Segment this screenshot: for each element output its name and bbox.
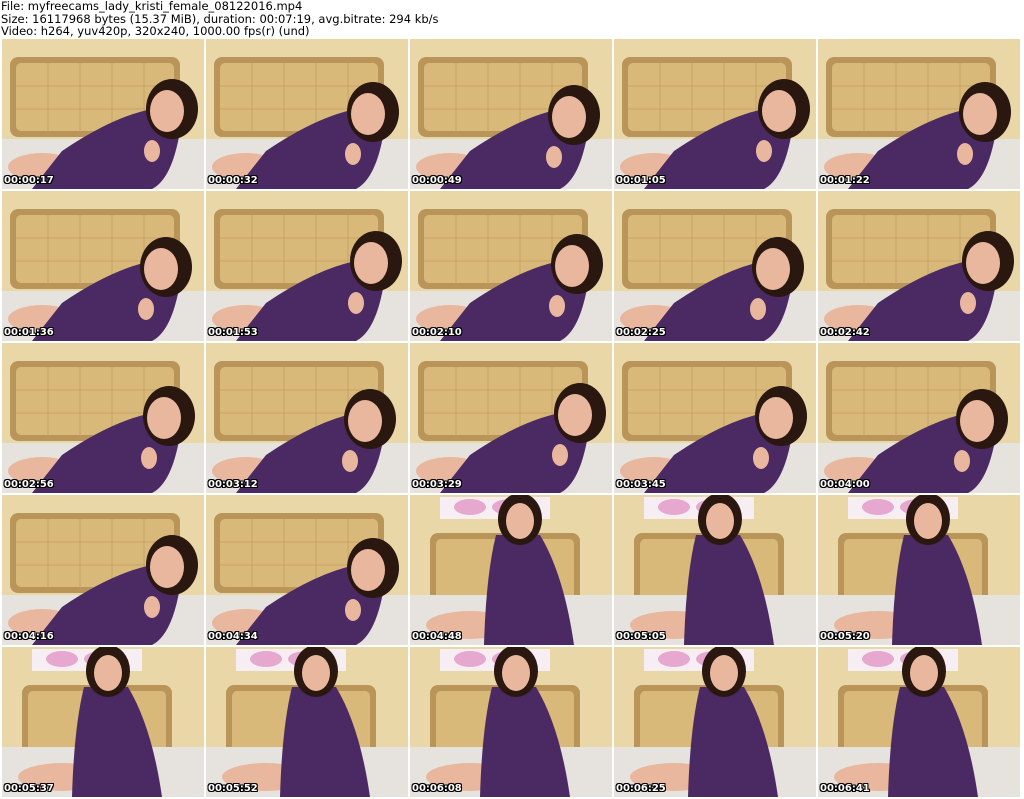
thumbnail-frame-image xyxy=(206,343,408,493)
video-thumbnail: 00:04:48 xyxy=(410,495,612,645)
video-thumbnail: 00:03:29 xyxy=(410,343,612,493)
video-thumbnail: 00:06:08 xyxy=(410,647,612,797)
thumbnail-timestamp: 00:02:25 xyxy=(616,327,666,338)
thumbnail-timestamp: 00:02:56 xyxy=(4,479,54,490)
video-thumbnail: 00:03:12 xyxy=(206,343,408,493)
thumbnail-frame-image xyxy=(614,39,816,189)
thumbnail-frame-image xyxy=(818,343,1020,493)
thumbnail-frame-image xyxy=(2,495,204,645)
thumbnail-frame-image xyxy=(2,343,204,493)
thumbnail-frame-image xyxy=(2,39,204,189)
thumbnail-frame-image xyxy=(410,495,612,645)
thumbnail-frame-image xyxy=(410,39,612,189)
thumbnail-frame-image xyxy=(206,495,408,645)
file-info-header: File: myfreecams_lady_kristi_female_0812… xyxy=(1,0,1021,38)
thumbnail-frame-image xyxy=(410,343,612,493)
video-thumbnail: 00:02:56 xyxy=(2,343,204,493)
thumbnail-frame-image xyxy=(614,647,816,797)
thumbnail-frame-image xyxy=(2,647,204,797)
thumbnail-frame-image xyxy=(818,495,1020,645)
video-thumbnail: 00:04:16 xyxy=(2,495,204,645)
thumbnail-frame-image xyxy=(614,495,816,645)
thumbnail-timestamp: 00:05:37 xyxy=(4,783,54,794)
video-thumbnail: 00:00:49 xyxy=(410,39,612,189)
video-thumbnail: 00:01:36 xyxy=(2,191,204,341)
thumbnail-grid: 00:00:17 00:00:32 00:00:49 00:01:05 00:0… xyxy=(2,39,1022,799)
thumbnail-timestamp: 00:04:48 xyxy=(412,631,462,642)
thumbnail-timestamp: 00:06:25 xyxy=(616,783,666,794)
thumbnail-timestamp: 00:02:10 xyxy=(412,327,462,338)
thumbnail-timestamp: 00:04:34 xyxy=(208,631,258,642)
thumbnail-timestamp: 00:01:05 xyxy=(616,175,666,186)
video-thumbnail: 00:01:05 xyxy=(614,39,816,189)
video-thumbnail: 00:00:17 xyxy=(2,39,204,189)
video-thumbnail: 00:01:22 xyxy=(818,39,1020,189)
video-thumbnail: 00:05:37 xyxy=(2,647,204,797)
thumbnail-timestamp: 00:04:00 xyxy=(820,479,870,490)
video-thumbnail: 00:03:45 xyxy=(614,343,816,493)
video-thumbnail: 00:02:10 xyxy=(410,191,612,341)
thumbnail-timestamp: 00:01:22 xyxy=(820,175,870,186)
thumbnail-timestamp: 00:04:16 xyxy=(4,631,54,642)
video-thumbnail: 00:05:05 xyxy=(614,495,816,645)
thumbnail-frame-image xyxy=(206,647,408,797)
thumbnail-frame-image xyxy=(818,191,1020,341)
thumbnail-timestamp: 00:05:52 xyxy=(208,783,258,794)
video-thumbnail: 00:02:42 xyxy=(818,191,1020,341)
thumbnail-frame-image xyxy=(818,647,1020,797)
video-thumbnail: 00:02:25 xyxy=(614,191,816,341)
thumbnail-frame-image xyxy=(206,191,408,341)
thumbnail-timestamp: 00:01:36 xyxy=(4,327,54,338)
thumbnail-frame-image xyxy=(818,39,1020,189)
thumbnail-timestamp: 00:03:12 xyxy=(208,479,258,490)
thumbnail-frame-image xyxy=(2,191,204,341)
thumbnail-frame-image xyxy=(410,647,612,797)
video-thumbnail: 00:05:20 xyxy=(818,495,1020,645)
video-thumbnail: 00:05:52 xyxy=(206,647,408,797)
thumbnail-timestamp: 00:06:41 xyxy=(820,783,870,794)
thumbnail-timestamp: 00:03:29 xyxy=(412,479,462,490)
thumbnail-timestamp: 00:01:53 xyxy=(208,327,258,338)
video-info-line: Video: h264, yuv420p, 320x240, 1000.00 f… xyxy=(1,24,310,38)
video-thumbnail: 00:06:41 xyxy=(818,647,1020,797)
video-thumbnail: 00:01:53 xyxy=(206,191,408,341)
thumbnail-timestamp: 00:00:17 xyxy=(4,175,54,186)
thumbnail-frame-image xyxy=(614,191,816,341)
thumbnail-frame-image xyxy=(410,191,612,341)
video-thumbnail: 00:00:32 xyxy=(206,39,408,189)
thumbnail-timestamp: 00:00:49 xyxy=(412,175,462,186)
thumbnail-timestamp: 00:05:05 xyxy=(616,631,666,642)
file-name-line: File: myfreecams_lady_kristi_female_0812… xyxy=(1,0,303,13)
thumbnail-timestamp: 00:05:20 xyxy=(820,631,870,642)
thumbnail-timestamp: 00:03:45 xyxy=(616,479,666,490)
video-thumbnail: 00:04:34 xyxy=(206,495,408,645)
video-thumbnail: 00:06:25 xyxy=(614,647,816,797)
thumbnail-timestamp: 00:02:42 xyxy=(820,327,870,338)
thumbnail-frame-image xyxy=(614,343,816,493)
thumbnail-timestamp: 00:06:08 xyxy=(412,783,462,794)
thumbnail-frame-image xyxy=(206,39,408,189)
thumbnail-timestamp: 00:00:32 xyxy=(208,175,258,186)
video-thumbnail: 00:04:00 xyxy=(818,343,1020,493)
